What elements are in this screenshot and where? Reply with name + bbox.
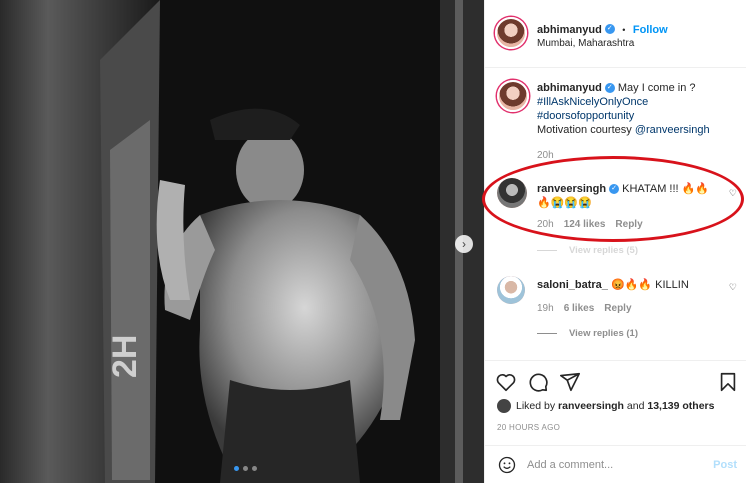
separator-dot: •	[622, 25, 626, 35]
verified-icon: ✓	[604, 23, 615, 34]
liker-username[interactable]: ranveersingh	[558, 400, 624, 412]
carousel-dot	[234, 466, 239, 471]
comment-likes[interactable]: 6 likes	[564, 303, 595, 314]
author-avatar[interactable]	[495, 17, 527, 49]
post-details-panel: abhimanyud ✓ • Follow Mumbai, Maharashtra…	[484, 0, 746, 483]
share-icon[interactable]	[559, 371, 581, 393]
view-replies-label: View replies (5)	[569, 245, 638, 256]
carousel-dots	[234, 466, 257, 471]
liked-by: Liked by ranveersingh and 13,139 others	[497, 399, 714, 413]
smiley-icon[interactable]	[497, 455, 517, 475]
post-photo[interactable]: 2H ›	[0, 0, 484, 483]
verified-icon: ✓	[604, 83, 615, 94]
verified-icon: ✓	[609, 184, 620, 195]
mention-link[interactable]: @ranveersingh	[635, 124, 710, 136]
svg-text:2H: 2H	[106, 335, 144, 378]
commenter-username[interactable]: saloni_batra_	[537, 279, 608, 291]
comment-time[interactable]: 19h	[537, 303, 554, 314]
caption-username[interactable]: abhimanyud	[537, 82, 602, 94]
bookmark-icon[interactable]	[717, 371, 739, 393]
next-arrow[interactable]: ›	[455, 235, 473, 253]
commenter-avatar[interactable]	[497, 178, 527, 208]
post-location[interactable]: Mumbai, Maharashtra	[537, 38, 634, 49]
likes-count[interactable]: 13,139 others	[647, 400, 714, 412]
view-replies-label: View replies (1)	[569, 328, 638, 339]
liker-avatar	[497, 399, 511, 413]
hashtag-link[interactable]: #doorsofopportunity	[537, 110, 634, 122]
view-replies-button[interactable]: View replies (5)	[537, 245, 638, 256]
view-replies-button[interactable]: View replies (1)	[537, 328, 638, 339]
comment-likes[interactable]: 124 likes	[564, 219, 606, 230]
comment-text: 😡🔥🔥 KILLIN	[610, 279, 689, 291]
comment-text-cont: 🔥😭😭😭	[537, 197, 592, 209]
caption-text: May I come in ?	[617, 82, 696, 94]
post-header: abhimanyud ✓ • Follow Mumbai, Maharashtra	[485, 0, 746, 68]
liked-by-prefix: Liked by	[516, 400, 556, 412]
photo-image: 2H	[0, 0, 484, 483]
comment-time[interactable]: 20h	[537, 219, 554, 230]
liked-by-middle: and	[626, 400, 645, 412]
comment-icon[interactable]	[527, 371, 549, 393]
add-comment-bar: Post	[485, 445, 746, 483]
comment-input[interactable]	[527, 459, 714, 471]
heart-icon[interactable]	[495, 371, 517, 393]
author-username[interactable]: abhimanyud	[537, 24, 602, 36]
caption-avatar[interactable]	[497, 80, 529, 112]
commenter-username[interactable]: ranveersingh	[537, 183, 606, 195]
carousel-dot	[252, 466, 257, 471]
post-comment-button[interactable]: Post	[713, 459, 737, 471]
chevron-right-icon: ›	[462, 237, 466, 251]
comment-heart-icon[interactable]: ♡	[729, 282, 737, 293]
post-actions: Liked by ranveersingh and 13,139 others …	[485, 360, 746, 483]
follow-button[interactable]: Follow	[633, 24, 668, 36]
reply-button[interactable]: Reply	[615, 219, 642, 230]
comment-text: KHATAM !!! 🔥🔥	[622, 183, 710, 195]
credit-text: Motivation courtesy	[537, 124, 635, 136]
hashtag-link[interactable]: #IllAskNicelyOnlyOnce	[537, 96, 648, 108]
post-time[interactable]: 20 HOURS AGO	[497, 423, 560, 432]
commenter-avatar[interactable]	[497, 276, 525, 304]
comment-heart-icon[interactable]: ♡	[729, 188, 737, 199]
carousel-dot	[243, 466, 248, 471]
reply-button[interactable]: Reply	[604, 303, 631, 314]
caption-time[interactable]: 20h	[537, 150, 554, 161]
